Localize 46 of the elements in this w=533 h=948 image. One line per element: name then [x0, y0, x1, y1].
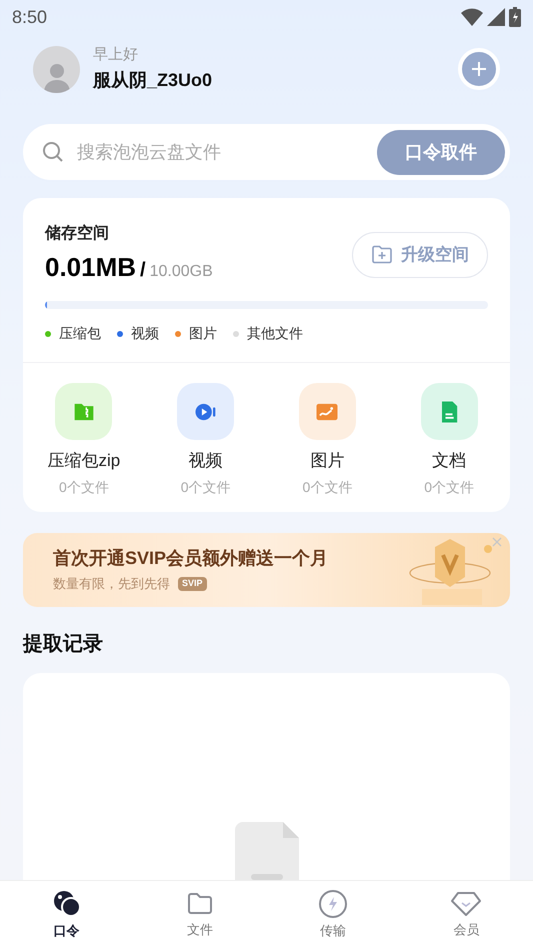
- tab-item[interactable]: 会员: [400, 881, 533, 948]
- folder-plus-icon: [371, 245, 393, 265]
- tab-item[interactable]: 口令: [0, 881, 134, 948]
- storage-title: 储存空间: [45, 223, 110, 244]
- legend-label: 压缩包: [59, 324, 101, 343]
- battery-icon: [509, 7, 521, 27]
- slash-text: /: [140, 258, 146, 283]
- wifi-icon: [461, 8, 483, 26]
- category-label: 压缩包zip: [48, 450, 120, 472]
- search-field[interactable]: 搜索泡泡云盘文件 口令取件: [23, 124, 510, 180]
- legend-label: 图片: [189, 324, 217, 343]
- avatar[interactable]: [33, 46, 80, 92]
- category-label: 图片: [310, 450, 344, 472]
- status-time: 8:50: [12, 6, 48, 28]
- svip-badge: SVIP: [178, 577, 207, 591]
- used-space: 0.01MB: [45, 251, 136, 284]
- category-icon-tile[interactable]: [420, 383, 478, 440]
- greeting-text: 早上好: [93, 45, 139, 66]
- add-button[interactable]: [458, 48, 500, 90]
- diamond-icon: [450, 890, 482, 918]
- legend-label: 其他文件: [247, 324, 303, 343]
- file-count: 0个文件: [302, 478, 352, 496]
- banner-title: 首次开通SVIP会员额外赠送一个月: [53, 547, 328, 570]
- category-icon-tile[interactable]: [298, 383, 356, 440]
- file-count: 0个文件: [424, 478, 474, 496]
- upgrade-button[interactable]: 升级空间: [352, 232, 488, 278]
- category-icon-tile[interactable]: [55, 383, 112, 440]
- plus-icon: [471, 61, 487, 77]
- banner-subtitle: 数量有限，先到先得: [53, 575, 170, 594]
- total-space: 10.00GB: [150, 262, 213, 282]
- file-count: 0个文件: [58, 478, 109, 496]
- search-icon: [41, 140, 65, 164]
- file-count: 0个文件: [180, 478, 231, 496]
- username: 服从阴_Z3Uo0: [93, 68, 212, 92]
- lightning-icon: [318, 888, 348, 919]
- legend-label: 视频: [131, 324, 159, 343]
- token-pickup-button[interactable]: 口令取件: [377, 130, 505, 174]
- records-title: 提取记录: [23, 632, 104, 656]
- category-icon-tile[interactable]: [177, 383, 234, 440]
- category-label: 视频: [188, 450, 223, 472]
- svip-banner[interactable]: 首次开通SVIP会员额外赠送一个月 数量有限，先到先得 SVIP: [23, 532, 510, 606]
- tab-item[interactable]: 传输: [266, 881, 400, 948]
- signal-icon: [487, 8, 505, 26]
- tab-item[interactable]: 文件: [133, 881, 266, 948]
- close-icon[interactable]: [492, 536, 502, 546]
- category-label: 文档: [432, 450, 466, 472]
